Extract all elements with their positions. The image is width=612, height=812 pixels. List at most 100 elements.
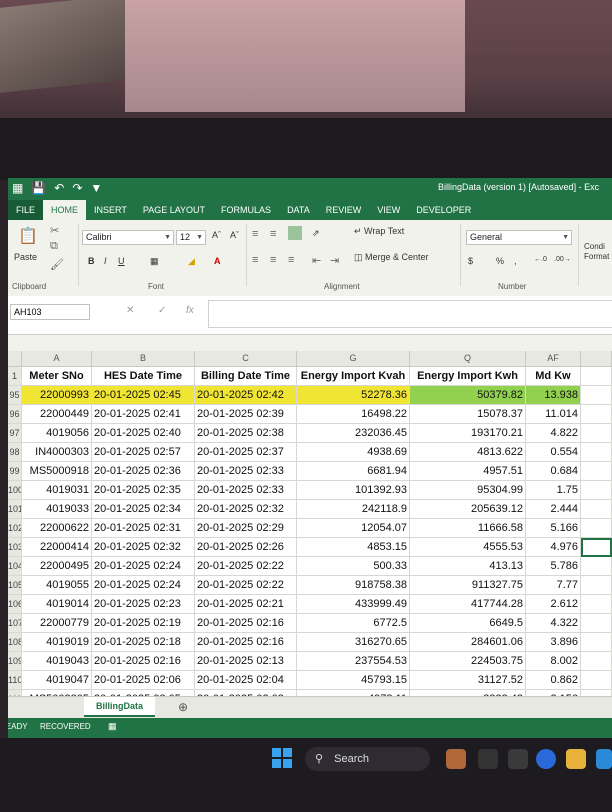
increase-font-icon[interactable]: Aˆ bbox=[212, 230, 221, 240]
empty-cell[interactable] bbox=[581, 595, 612, 614]
cell-energy-import-kvah[interactable]: 242118.9 bbox=[297, 500, 410, 519]
cell-energy-import-kwh[interactable]: 224503.75 bbox=[410, 652, 526, 671]
row-header[interactable]: 100 bbox=[8, 481, 22, 500]
cell-meter-sno[interactable]: 4019033 bbox=[22, 500, 92, 519]
active-cell[interactable] bbox=[581, 538, 612, 557]
header-md-kw[interactable]: Md Kw bbox=[526, 367, 581, 386]
cell-billing-date-time[interactable]: 20-01-2025 02:22 bbox=[195, 576, 297, 595]
cell-energy-import-kvah[interactable]: 52278.36 bbox=[297, 386, 410, 405]
cell-energy-import-kvah[interactable]: 433999.49 bbox=[297, 595, 410, 614]
cell-energy-import-kvah[interactable]: 16498.22 bbox=[297, 405, 410, 424]
cut-icon[interactable]: ✂ bbox=[50, 224, 59, 237]
name-box[interactable]: AH103 bbox=[10, 304, 90, 320]
cell-meter-sno[interactable]: 22000622 bbox=[22, 519, 92, 538]
cell-hes-date-time[interactable]: 20-01-2025 02:32 bbox=[92, 538, 195, 557]
windows-start-icon[interactable] bbox=[272, 748, 292, 768]
enter-icon[interactable]: ✓ bbox=[158, 305, 166, 316]
cancel-icon[interactable]: ✕ bbox=[126, 305, 134, 316]
copy-icon[interactable]: ⧉ bbox=[50, 240, 58, 253]
header-hes-date-time[interactable]: HES Date Time bbox=[92, 367, 195, 386]
center-icon[interactable]: ≡ bbox=[270, 254, 276, 266]
task-view-icon[interactable] bbox=[478, 749, 498, 769]
cell-energy-import-kwh[interactable]: 95304.99 bbox=[410, 481, 526, 500]
tab-view[interactable]: VIEW bbox=[369, 200, 408, 220]
empty-cell[interactable] bbox=[581, 424, 612, 443]
excel-logo-icon[interactable]: ▦ bbox=[12, 181, 23, 195]
empty-cell[interactable] bbox=[581, 405, 612, 424]
cell-energy-import-kwh[interactable]: 284601.06 bbox=[410, 633, 526, 652]
row-header[interactable]: 98 bbox=[8, 443, 22, 462]
empty-cell[interactable] bbox=[581, 462, 612, 481]
tab-review[interactable]: REVIEW bbox=[318, 200, 370, 220]
empty-cell[interactable] bbox=[581, 367, 612, 386]
add-sheet-icon[interactable]: ⊕ bbox=[178, 700, 188, 714]
tab-formulas[interactable]: FORMULAS bbox=[213, 200, 279, 220]
empty-cell[interactable] bbox=[581, 652, 612, 671]
font-size-combo[interactable]: 12 ▼ bbox=[176, 230, 206, 245]
font-color-icon[interactable]: A bbox=[214, 256, 221, 266]
undo-icon[interactable]: ↶ bbox=[54, 181, 64, 195]
cell-energy-import-kvah[interactable]: 45793.15 bbox=[297, 671, 410, 690]
cell-md-kw[interactable]: 5.166 bbox=[526, 519, 581, 538]
header-billing-date-time[interactable]: Billing Date Time bbox=[195, 367, 297, 386]
cell-md-kw[interactable]: 4.822 bbox=[526, 424, 581, 443]
cell-energy-import-kvah[interactable]: 500.33 bbox=[297, 557, 410, 576]
cell-billing-date-time[interactable]: 20-01-2025 02:37 bbox=[195, 443, 297, 462]
empty-cell[interactable] bbox=[581, 519, 612, 538]
cell-energy-import-kvah[interactable]: 101392.93 bbox=[297, 481, 410, 500]
cell-billing-date-time[interactable]: 20-01-2025 02:39 bbox=[195, 405, 297, 424]
empty-cell[interactable] bbox=[581, 671, 612, 690]
cell-hes-date-time[interactable]: 20-01-2025 02:24 bbox=[92, 557, 195, 576]
column-header-b[interactable]: B bbox=[92, 351, 195, 367]
align-top-icon[interactable]: ≡ bbox=[252, 228, 258, 240]
cell-billing-date-time[interactable]: 20-01-2025 02:26 bbox=[195, 538, 297, 557]
row-header[interactable]: 99 bbox=[8, 462, 22, 481]
cell-md-kw[interactable]: 2.444 bbox=[526, 500, 581, 519]
number-format-combo[interactable]: General ▼ bbox=[466, 230, 572, 245]
cell-energy-import-kwh[interactable]: 6649.5 bbox=[410, 614, 526, 633]
redo-icon[interactable]: ↷ bbox=[72, 181, 82, 195]
cell-meter-sno[interactable]: 4019055 bbox=[22, 576, 92, 595]
row-header[interactable]: 102 bbox=[8, 519, 22, 538]
empty-cell[interactable] bbox=[581, 576, 612, 595]
cell-billing-date-time[interactable]: 20-01-2025 02:04 bbox=[195, 671, 297, 690]
cell-hes-date-time[interactable]: 20-01-2025 02:35 bbox=[92, 481, 195, 500]
cell-meter-sno[interactable]: 22000449 bbox=[22, 405, 92, 424]
row-header[interactable]: 104 bbox=[8, 557, 22, 576]
cell-meter-sno[interactable]: 22000495 bbox=[22, 557, 92, 576]
empty-cell[interactable] bbox=[581, 386, 612, 405]
row-header[interactable]: 107 bbox=[8, 614, 22, 633]
cell-hes-date-time[interactable]: 20-01-2025 02:45 bbox=[92, 386, 195, 405]
paste-button[interactable]: Paste bbox=[14, 252, 37, 262]
percent-icon[interactable]: % bbox=[496, 256, 504, 266]
cell-billing-date-time[interactable]: 20-01-2025 02:38 bbox=[195, 424, 297, 443]
empty-cell[interactable] bbox=[581, 633, 612, 652]
cell-billing-date-time[interactable]: 20-01-2025 02:29 bbox=[195, 519, 297, 538]
increase-decimal-icon[interactable]: ←.0 bbox=[534, 256, 547, 263]
cell-billing-date-time[interactable]: 20-01-2025 02:33 bbox=[195, 462, 297, 481]
cell-billing-date-time[interactable]: 20-01-2025 02:22 bbox=[195, 557, 297, 576]
currency-icon[interactable]: $ bbox=[468, 256, 473, 266]
cell-meter-sno[interactable]: 22000414 bbox=[22, 538, 92, 557]
borders-icon[interactable]: ▦ bbox=[150, 256, 159, 267]
macro-record-icon[interactable]: ▦ bbox=[108, 721, 117, 732]
cell-hes-date-time[interactable]: 20-01-2025 02:41 bbox=[92, 405, 195, 424]
row-header[interactable]: 109 bbox=[8, 652, 22, 671]
meet-icon[interactable] bbox=[536, 749, 556, 769]
cell-hes-date-time[interactable]: 20-01-2025 02:36 bbox=[92, 462, 195, 481]
tab-page-layout[interactable]: PAGE LAYOUT bbox=[135, 200, 213, 220]
cell-energy-import-kvah[interactable]: 4938.69 bbox=[297, 443, 410, 462]
widget-icon[interactable] bbox=[446, 749, 466, 769]
format-painter-icon[interactable]: 🖌 bbox=[50, 258, 64, 271]
column-header-g[interactable]: G bbox=[297, 351, 410, 367]
empty-cell[interactable] bbox=[581, 614, 612, 633]
tab-home[interactable]: HOME bbox=[43, 200, 87, 220]
merge-center-button[interactable]: ◫ Merge & Center bbox=[354, 252, 429, 263]
tab-developer[interactable]: DEVELOPER bbox=[408, 200, 479, 220]
cell-md-kw[interactable]: 11.014 bbox=[526, 405, 581, 424]
cell-billing-date-time[interactable]: 20-01-2025 02:32 bbox=[195, 500, 297, 519]
cell-energy-import-kwh[interactable]: 4957.51 bbox=[410, 462, 526, 481]
cell-hes-date-time[interactable]: 20-01-2025 02:31 bbox=[92, 519, 195, 538]
cell-energy-import-kwh[interactable]: 4813.622 bbox=[410, 443, 526, 462]
tab-file[interactable]: FILE bbox=[8, 200, 44, 220]
